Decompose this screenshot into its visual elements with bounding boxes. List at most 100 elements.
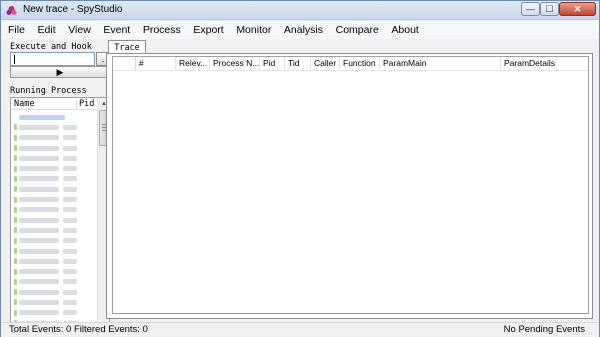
running-process-list[interactable]: Name Pid ▲ [10,97,110,337]
process-icon [14,145,17,152]
process-icon [14,114,17,120]
obscured-name [19,124,59,130]
column-header-tid[interactable]: Tid [285,57,311,70]
list-item[interactable] [14,122,96,132]
process-icon [14,155,17,162]
obscured-pid [63,124,77,130]
column-header-param-main[interactable]: ParamMain [380,57,501,70]
execute-path-input[interactable] [10,52,95,66]
obscured-pid [63,207,77,213]
process-icon [14,165,17,172]
list-item[interactable] [14,184,96,194]
obscured-name [19,207,59,213]
list-item[interactable] [14,225,96,235]
menu-file[interactable]: File [8,24,25,36]
obscured-pid [63,135,77,141]
obscured-name [19,176,59,182]
list-item[interactable] [14,194,96,204]
tab-trace[interactable]: Trace [108,40,146,54]
list-item[interactable] [14,215,96,225]
list-item[interactable] [14,297,96,307]
window-title: New trace - SpyStudio [23,4,123,15]
list-item[interactable] [14,133,96,143]
obscured-pid [63,310,77,316]
process-list-header: Name Pid [11,98,96,110]
list-item[interactable] [14,112,96,122]
running-process-label: Running Process [10,86,87,96]
app-window: New trace - SpyStudio — ☐ ✕ File Edit Vi… [0,0,600,337]
trace-grid-header: # Relev... Process N... Pid Tid Caller F… [113,57,588,71]
list-item[interactable] [14,287,96,297]
list-item[interactable] [14,143,96,153]
process-rows [14,112,96,337]
column-header-index[interactable]: # [136,57,176,70]
obscured-pid [63,258,77,264]
list-item[interactable] [14,246,96,256]
text-caret [14,55,15,64]
obscured-name [19,310,59,316]
obscured-name [19,217,59,223]
obscured-name [19,145,59,151]
menu-edit[interactable]: Edit [38,24,56,36]
process-icon [14,237,17,244]
menu-compare[interactable]: Compare [336,24,379,36]
run-hook-button[interactable]: ▶ [10,66,110,78]
obscured-pid [63,166,77,172]
column-header-process-name[interactable]: Process N... [210,57,260,70]
obscured-pid [63,217,77,223]
column-header-name[interactable]: Name [11,98,77,109]
menu-analysis[interactable]: Analysis [284,24,323,36]
list-item[interactable] [14,174,96,184]
menu-export[interactable]: Export [193,24,223,36]
process-icon [14,186,17,193]
list-item[interactable] [14,153,96,163]
obscured-pid [63,299,77,305]
obscured-name [19,166,59,172]
column-header-param-details[interactable]: ParamDetails [501,57,588,70]
maximize-button[interactable]: ☐ [540,2,559,16]
list-item[interactable] [14,205,96,215]
obscured-name [19,197,59,203]
obscured-pid [63,269,77,275]
process-icon [14,248,17,254]
obscured-pid [63,186,77,192]
process-icon [14,309,17,316]
obscured-name [19,289,59,295]
obscured-pid [63,289,77,295]
process-icon [14,124,17,131]
obscured-name [19,299,59,305]
column-header-caller[interactable]: Caller [311,57,340,70]
list-item[interactable] [14,236,96,246]
column-header-pid[interactable]: Pid [77,99,94,109]
obscured-name [19,279,59,285]
list-item[interactable] [14,277,96,287]
column-header-pid[interactable]: Pid [260,57,285,70]
list-item[interactable] [14,266,96,276]
menu-event[interactable]: Event [103,24,130,36]
minimize-button[interactable]: — [521,2,540,16]
column-header-function[interactable]: Function [340,57,380,70]
trace-grid[interactable]: # Relev... Process N... Pid Tid Caller F… [112,56,589,314]
minimize-icon: — [526,4,535,14]
menu-monitor[interactable]: Monitor [236,24,271,36]
process-icon [14,258,17,265]
list-item[interactable] [14,256,96,266]
obscured-name [19,258,59,264]
play-icon: ▶ [56,66,64,77]
menu-about[interactable]: About [391,24,418,36]
obscured-pid [63,197,77,203]
event-counts: Total Events: 0 Filtered Events: 0 [9,324,148,335]
close-button[interactable]: ✕ [559,2,596,16]
obscured-pid [63,227,77,233]
list-item[interactable] [14,308,96,318]
title-bar: New trace - SpyStudio — ☐ ✕ [1,1,599,20]
execute-and-hook-label: Execute and Hook [10,42,92,52]
menu-process[interactable]: Process [143,24,181,36]
obscured-name [19,269,59,275]
process-icon [14,196,17,203]
column-header-relevance[interactable]: Relev... [176,57,210,70]
left-panel: Execute and Hook . ▶ Running Process Nam… [8,40,110,337]
obscured-pid [63,248,77,254]
list-item[interactable] [14,163,96,173]
menu-view[interactable]: View [68,24,91,36]
